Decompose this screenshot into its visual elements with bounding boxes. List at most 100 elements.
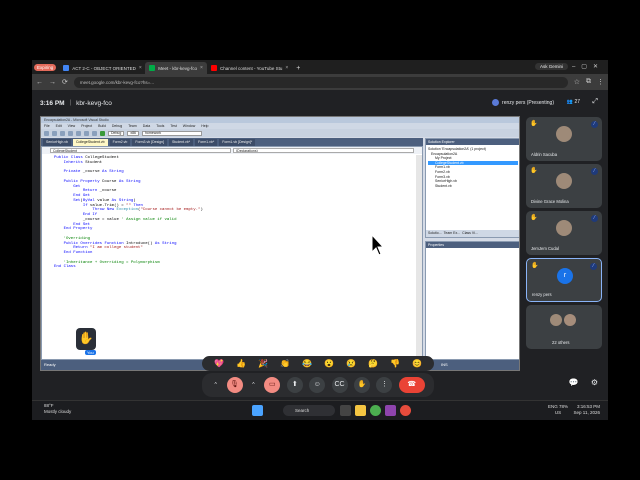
back-icon[interactable]: ← bbox=[36, 79, 43, 86]
raised-hand-icon: ✋ bbox=[530, 215, 538, 221]
participant-tile[interactable]: ✋ ⁄ Aldrin Sacuba bbox=[526, 117, 602, 161]
doc-tab: Form1.vb* bbox=[195, 139, 218, 146]
call-controls: ^ 🎙 ^ ▭ ⬆ ☺ CC ✋ ⋮ ☎ bbox=[202, 373, 434, 397]
window-controls[interactable]: –▢✕ bbox=[572, 63, 604, 70]
config-select: Debug bbox=[108, 130, 125, 136]
reaction-party[interactable]: 🎉 bbox=[258, 356, 268, 371]
mic-off-button[interactable]: 🎙 bbox=[226, 377, 243, 393]
solution-explorer: Solution Explorer Solution 'Encapsulatio… bbox=[425, 138, 519, 238]
menu-tools: Tools bbox=[156, 124, 165, 128]
vs-toolbar: Debug x86 homework bbox=[41, 129, 519, 137]
raise-hand-button[interactable]: ✋ bbox=[353, 377, 370, 393]
reaction-cry[interactable]: 😢 bbox=[346, 356, 356, 371]
taskbar-search[interactable]: Search bbox=[283, 405, 335, 416]
chrome-icon[interactable] bbox=[370, 405, 381, 416]
participant-tile[interactable]: ✋ ⁄ JemJem Cudal bbox=[526, 211, 602, 255]
app-icon[interactable] bbox=[385, 405, 396, 416]
avatar bbox=[492, 99, 500, 106]
tab-label: Meet - kbr-kevg-fco bbox=[158, 65, 198, 71]
tree-item: Student.vb bbox=[435, 183, 452, 188]
taskbar: 88°F Mostly cloudy Search ENG 78% US 3:1… bbox=[32, 400, 608, 420]
participant-name: renzy pers bbox=[532, 292, 552, 297]
reload-icon[interactable]: ⟳ bbox=[62, 78, 68, 86]
meet-options-icon[interactable]: ⤢ bbox=[592, 98, 598, 106]
solution-tab: Solutio... bbox=[428, 231, 442, 235]
captions-button[interactable]: CC bbox=[331, 377, 348, 393]
camera-options-icon[interactable]: ^ bbox=[249, 377, 258, 393]
doc-tab: Form2.vb bbox=[109, 139, 131, 146]
presenter-chip[interactable]: renzy pers (Presenting) bbox=[492, 99, 554, 106]
mic-off-icon: ⁄ bbox=[591, 215, 598, 222]
doc-tab: Form3.vb [Design] bbox=[132, 139, 167, 146]
menu-help: Help bbox=[201, 124, 209, 128]
you-label: You bbox=[85, 350, 96, 355]
expiring-pill[interactable]: Expiring bbox=[34, 63, 57, 71]
properties-title: Properties bbox=[426, 242, 519, 248]
record-icon[interactable] bbox=[400, 405, 411, 416]
close-icon[interactable]: × bbox=[200, 65, 203, 71]
reaction-smile[interactable]: 😊 bbox=[412, 356, 422, 371]
participant-tile-self[interactable]: ✋ ⁄ r renzy pers bbox=[526, 258, 602, 302]
emoji-button[interactable]: ☺ bbox=[309, 377, 326, 393]
tab-label: ACT 2-C - OBJECT ORIENTED bbox=[72, 65, 136, 71]
reaction-laugh[interactable]: 😂 bbox=[302, 356, 312, 371]
file-explorer-icon[interactable] bbox=[355, 405, 366, 416]
close-icon[interactable]: × bbox=[139, 65, 142, 71]
class-dropdown: CollegeStudent bbox=[50, 148, 231, 153]
hang-up-button[interactable]: ☎ bbox=[398, 377, 425, 393]
save-icon bbox=[60, 130, 65, 136]
weather-widget[interactable]: 88°F Mostly cloudy bbox=[38, 403, 71, 414]
close-icon[interactable]: × bbox=[285, 65, 288, 71]
menu-icon[interactable]: ⋮ bbox=[597, 78, 604, 86]
code-dropdowns: CollegeStudent (Declarations) bbox=[42, 147, 422, 154]
doc-tab: Student.vb* bbox=[168, 139, 194, 146]
reaction-thinking[interactable]: 🤔 bbox=[368, 356, 378, 371]
new-tab-icon[interactable]: + bbox=[292, 62, 304, 74]
properties-panel: Properties bbox=[425, 241, 519, 360]
menu-view: View bbox=[67, 124, 76, 128]
activities-icon[interactable]: ⚙ bbox=[591, 378, 598, 387]
taskbar-apps bbox=[340, 405, 411, 416]
extensions-icon[interactable]: ⧉ bbox=[586, 78, 591, 86]
mic-options-icon[interactable]: ^ bbox=[211, 377, 220, 393]
clock[interactable]: 3:16:53 PM Sep 11, 2026 bbox=[574, 404, 600, 415]
cut-icon bbox=[68, 130, 73, 136]
avatar: r bbox=[557, 268, 573, 284]
reaction-clap[interactable]: 👏 bbox=[280, 356, 290, 371]
participant-tile-others[interactable]: 22 others bbox=[526, 305, 602, 349]
tab-label: Channel content - YouTube Stu bbox=[219, 65, 283, 71]
more-options-button[interactable]: ⋮ bbox=[376, 377, 393, 393]
tab-youtube[interactable]: Channel content - YouTube Stu × bbox=[207, 62, 292, 74]
reaction-heart[interactable]: 💖 bbox=[214, 356, 224, 371]
forward-icon[interactable]: → bbox=[49, 79, 56, 86]
menu-edit: Edit bbox=[55, 124, 62, 128]
undo-icon bbox=[92, 130, 97, 136]
star-icon[interactable]: ☆ bbox=[574, 78, 580, 86]
task-view-icon[interactable] bbox=[340, 405, 351, 416]
chat-icon[interactable]: 💬 bbox=[569, 378, 579, 387]
reaction-surprised[interactable]: 😮 bbox=[324, 356, 334, 371]
youtube-icon bbox=[210, 65, 217, 71]
paste-icon bbox=[84, 130, 89, 136]
participants-count[interactable]: 👥 27 bbox=[567, 99, 580, 105]
system-tray[interactable]: ENG 78% US bbox=[548, 404, 568, 415]
url-input[interactable]: meet.google.com/kbr-kevg-fco?hs=... bbox=[73, 76, 568, 88]
reaction-thumbs-down[interactable]: 👎 bbox=[390, 356, 400, 371]
address-bar-row: ← → ⟳ meet.google.com/kbr-kevg-fco?hs=..… bbox=[32, 74, 608, 90]
team-tab: Team Ex... bbox=[443, 231, 461, 235]
avatar bbox=[550, 314, 562, 326]
menu-build: Build bbox=[98, 124, 106, 128]
ask-gemini-button[interactable]: Ask Gemini bbox=[534, 63, 568, 70]
tab-meet[interactable]: Meet - kbr-kevg-fco × bbox=[145, 62, 207, 74]
code-text: Public Class CollegeStudent Inherits Stu… bbox=[54, 156, 203, 270]
status-ready: Ready bbox=[44, 362, 56, 367]
reaction-thumbs-up[interactable]: 👍 bbox=[236, 356, 246, 371]
menu-debug: Debug bbox=[111, 124, 123, 128]
camera-off-button[interactable]: ▭ bbox=[264, 377, 281, 393]
participant-tile[interactable]: ✋ ⁄ Divine Grace Molina bbox=[526, 164, 602, 208]
tab-act2c[interactable]: ACT 2-C - OBJECT ORIENTED × bbox=[59, 62, 145, 74]
present-button[interactable]: ⬆ bbox=[286, 377, 303, 393]
clock-date: Sep 11, 2026 bbox=[573, 409, 600, 415]
screen: Expiring ACT 2-C - OBJECT ORIENTED × Mee… bbox=[32, 60, 608, 420]
start-icon[interactable] bbox=[252, 405, 263, 416]
